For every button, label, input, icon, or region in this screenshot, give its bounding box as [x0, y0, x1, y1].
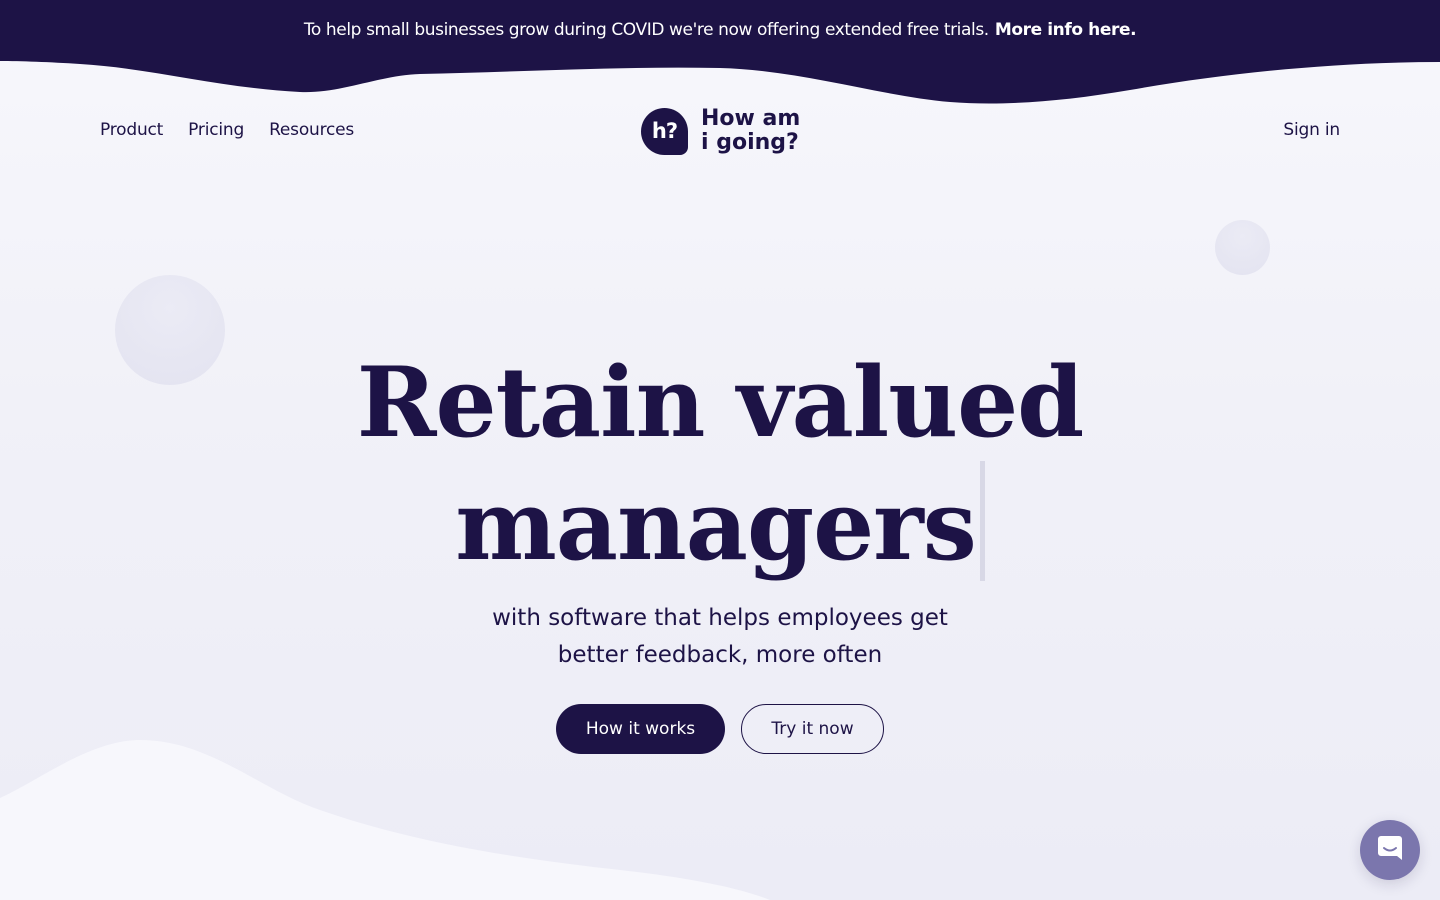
- sign-in-link[interactable]: Sign in: [1283, 120, 1340, 140]
- nav-item-pricing[interactable]: Pricing: [188, 120, 244, 140]
- logo-wordmark: How am i going?: [701, 107, 811, 155]
- how-it-works-button[interactable]: How it works: [556, 704, 725, 754]
- subheading-line-2: better feedback, more often: [557, 642, 883, 668]
- headline-line-1: Retain valued: [356, 346, 1085, 459]
- logo-line-2: i going?: [701, 130, 799, 155]
- chat-bubble-icon: [1375, 833, 1405, 868]
- headline-word: managers: [455, 469, 977, 582]
- nav-item-product[interactable]: Product: [100, 120, 163, 140]
- hero-subheading: with software that helps employees get b…: [0, 600, 1440, 674]
- banner-message: To help small businesses grow during COV…: [303, 20, 989, 40]
- subheading-line-1: with software that helps employees get: [492, 605, 948, 631]
- hero-cta-group: How it works Try it now: [556, 704, 884, 754]
- headline-line-2: managers: [0, 461, 1440, 584]
- main-nav: Product Pricing Resources: [100, 120, 354, 140]
- logo-mark-icon: h?: [641, 107, 688, 155]
- decorative-circle: [1215, 220, 1270, 275]
- logo-line-1: How am: [701, 106, 801, 131]
- try-it-now-button[interactable]: Try it now: [741, 704, 884, 754]
- hero-headline: Retain valued managers: [0, 345, 1440, 584]
- announcement-banner: To help small businesses grow during COV…: [0, 0, 1440, 60]
- chat-launcher-button[interactable]: [1360, 820, 1420, 880]
- typing-caret: [979, 461, 985, 581]
- banner-more-info-link[interactable]: More info here.: [995, 20, 1137, 40]
- brand-logo[interactable]: h? How am i going?: [641, 107, 811, 155]
- nav-item-resources[interactable]: Resources: [269, 120, 354, 140]
